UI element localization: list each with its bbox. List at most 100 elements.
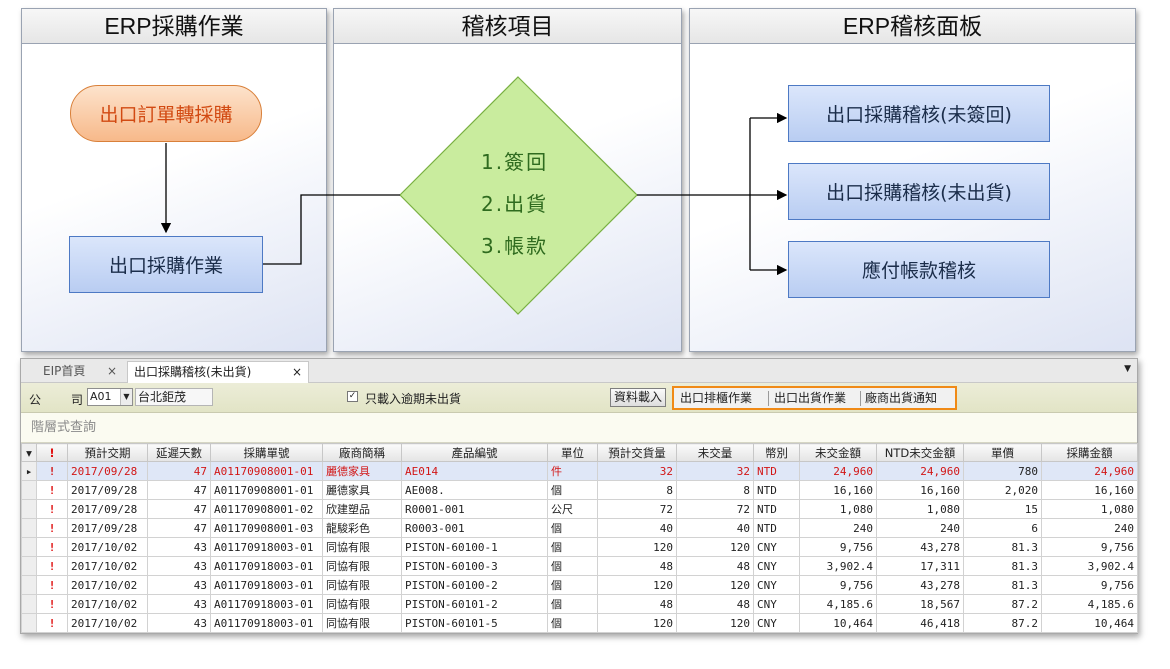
cell-currency[interactable]: CNY — [753, 556, 800, 576]
cell-undelivered-amount[interactable]: 10,464 — [799, 613, 877, 633]
cell-purchase-amount[interactable]: 1,080 — [1041, 499, 1138, 519]
cell-po-number[interactable]: A01170918003-01 — [210, 575, 323, 595]
cell-expected-date[interactable]: 2017/09/28 — [67, 461, 148, 481]
col-header-expected-qty[interactable]: 預計交貨量 — [597, 443, 677, 462]
table-row[interactable]: ▸! 2017/09/28 47 A01170908001-01 麗德家具 AE014 件 3… — [21, 461, 1138, 481]
cell-expected-date[interactable]: 2017/10/02 — [67, 575, 148, 595]
table-row[interactable]: ! 2017/09/28 47 A01170908001-03 龍駿彩色 R0003-00… — [21, 518, 1138, 538]
cell-expected-date[interactable]: 2017/10/02 — [67, 594, 148, 614]
cell-product-code[interactable]: PISTON-60100-1 — [401, 537, 548, 557]
table-row[interactable]: ! 2017/09/28 47 A01170908001-01 麗德家具 AE008. 個 8… — [21, 480, 1138, 500]
cell-vendor-name[interactable]: 同協有限 — [322, 613, 402, 633]
cell-undelivered-qty[interactable]: 32 — [676, 461, 754, 481]
cell-vendor-name[interactable]: 同協有限 — [322, 575, 402, 595]
cell-row-flag[interactable]: ! — [36, 594, 68, 614]
cell-expected-qty[interactable]: 48 — [597, 556, 677, 576]
cell-vendor-name[interactable]: 麗德家具 — [322, 480, 402, 500]
col-header-expected-date[interactable]: 預計交期 — [67, 443, 148, 462]
cell-expected-qty[interactable]: 48 — [597, 594, 677, 614]
cell-expected-qty[interactable]: 8 — [597, 480, 677, 500]
cell-product-code[interactable]: PISTON-60100-2 — [401, 575, 548, 595]
col-header-flag[interactable]: ! — [36, 443, 68, 462]
cell-unit[interactable]: 個 — [547, 575, 598, 595]
cell-unit-price[interactable]: 2,020 — [963, 480, 1042, 500]
col-header-po-number[interactable]: 採購單號 — [210, 443, 323, 462]
cell-po-number[interactable]: A01170908001-03 — [210, 518, 323, 538]
cell-undelivered-qty[interactable]: 48 — [676, 556, 754, 576]
cell-currency[interactable]: NTD — [753, 480, 800, 500]
row-selector-header[interactable]: ▾ — [21, 443, 37, 462]
cell-row-flag[interactable]: ! — [36, 480, 68, 500]
table-row[interactable]: ! 2017/10/02 43 A01170918003-01 同協有限 PISTON-6… — [21, 537, 1138, 557]
cell-po-number[interactable]: A01170918003-01 — [210, 613, 323, 633]
table-row[interactable]: ! 2017/10/02 43 A01170918003-01 同協有限 PISTON-6… — [21, 594, 1138, 614]
cell-ntd-undelivered-amount[interactable]: 240 — [876, 518, 964, 538]
cell-purchase-amount[interactable]: 240 — [1041, 518, 1138, 538]
cell-expected-date[interactable]: 2017/09/28 — [67, 518, 148, 538]
cell-po-number[interactable]: A01170908001-02 — [210, 499, 323, 519]
cell-undelivered-qty[interactable]: 48 — [676, 594, 754, 614]
cell-vendor-name[interactable]: 同協有限 — [322, 556, 402, 576]
cell-expected-date[interactable]: 2017/09/28 — [67, 480, 148, 500]
cell-delay-days[interactable]: 47 — [147, 499, 211, 519]
col-header-purchase-amount[interactable]: 採購金額 — [1041, 443, 1138, 462]
cell-delay-days[interactable]: 43 — [147, 594, 211, 614]
cell-currency[interactable]: NTD — [753, 518, 800, 538]
cell-undelivered-amount[interactable]: 4,185.6 — [799, 594, 877, 614]
cell-expected-qty[interactable]: 32 — [597, 461, 677, 481]
cell-expected-qty[interactable]: 120 — [597, 537, 677, 557]
cell-po-number[interactable]: A01170908001-01 — [210, 480, 323, 500]
cell-ntd-undelivered-amount[interactable]: 17,311 — [876, 556, 964, 576]
cell-ntd-undelivered-amount[interactable]: 16,160 — [876, 480, 964, 500]
col-header-undelivered-qty[interactable]: 未交量 — [676, 443, 754, 462]
cell-undelivered-qty[interactable]: 72 — [676, 499, 754, 519]
row-selector[interactable] — [21, 499, 37, 519]
cell-currency[interactable]: CNY — [753, 537, 800, 557]
tab-eip-home[interactable]: EIP首頁 × — [37, 361, 123, 383]
cell-unit[interactable]: 件 — [547, 461, 598, 481]
cell-row-flag[interactable]: ! — [36, 461, 68, 481]
cell-expected-date[interactable]: 2017/10/02 — [67, 613, 148, 633]
cell-purchase-amount[interactable]: 9,756 — [1041, 575, 1138, 595]
cell-unit-price[interactable]: 15 — [963, 499, 1042, 519]
cell-unit[interactable]: 個 — [547, 480, 598, 500]
chevron-down-icon[interactable]: ▼ — [120, 389, 132, 405]
row-selector[interactable] — [21, 480, 37, 500]
load-data-button[interactable]: 資料載入 — [610, 388, 667, 407]
col-header-unit[interactable]: 單位 — [547, 443, 598, 462]
cell-purchase-amount[interactable]: 3,902.4 — [1041, 556, 1138, 576]
only-overdue-checkbox[interactable]: ✓ — [347, 391, 358, 402]
cell-ntd-undelivered-amount[interactable]: 18,567 — [876, 594, 964, 614]
cell-row-flag[interactable]: ! — [36, 575, 68, 595]
cell-po-number[interactable]: A01170908001-01 — [210, 461, 323, 481]
cell-ntd-undelivered-amount[interactable]: 43,278 — [876, 537, 964, 557]
cell-unit[interactable]: 公尺 — [547, 499, 598, 519]
cell-unit-price[interactable]: 87.2 — [963, 594, 1042, 614]
cell-undelivered-qty[interactable]: 40 — [676, 518, 754, 538]
cell-undelivered-qty[interactable]: 120 — [676, 575, 754, 595]
cell-unit-price[interactable]: 81.3 — [963, 556, 1042, 576]
cell-expected-date[interactable]: 2017/10/02 — [67, 537, 148, 557]
cell-delay-days[interactable]: 47 — [147, 461, 211, 481]
cell-product-code[interactable]: PISTON-60101-5 — [401, 613, 548, 633]
cell-ntd-undelivered-amount[interactable]: 43,278 — [876, 575, 964, 595]
cell-undelivered-amount[interactable]: 16,160 — [799, 480, 877, 500]
cell-delay-days[interactable]: 43 — [147, 613, 211, 633]
cell-currency[interactable]: NTD — [753, 499, 800, 519]
cell-unit[interactable]: 個 — [547, 556, 598, 576]
cell-product-code[interactable]: PISTON-60101-2 — [401, 594, 548, 614]
cell-undelivered-amount[interactable]: 1,080 — [799, 499, 877, 519]
cell-undelivered-amount[interactable]: 240 — [799, 518, 877, 538]
row-selector[interactable] — [21, 556, 37, 576]
col-header-delay-days[interactable]: 延遲天數 — [147, 443, 211, 462]
cell-delay-days[interactable]: 43 — [147, 575, 211, 595]
cell-row-flag[interactable]: ! — [36, 537, 68, 557]
cell-unit[interactable]: 個 — [547, 518, 598, 538]
col-header-unit-price[interactable]: 單價 — [963, 443, 1042, 462]
cell-delay-days[interactable]: 43 — [147, 537, 211, 557]
cell-currency[interactable]: NTD — [753, 461, 800, 481]
close-icon[interactable]: × — [292, 362, 302, 382]
cell-unit-price[interactable]: 6 — [963, 518, 1042, 538]
table-row[interactable]: ! 2017/10/02 43 A01170918003-01 同協有限 PISTON-6… — [21, 556, 1138, 576]
table-row[interactable]: ! 2017/10/02 43 A01170918003-01 同協有限 PISTON-6… — [21, 613, 1138, 633]
